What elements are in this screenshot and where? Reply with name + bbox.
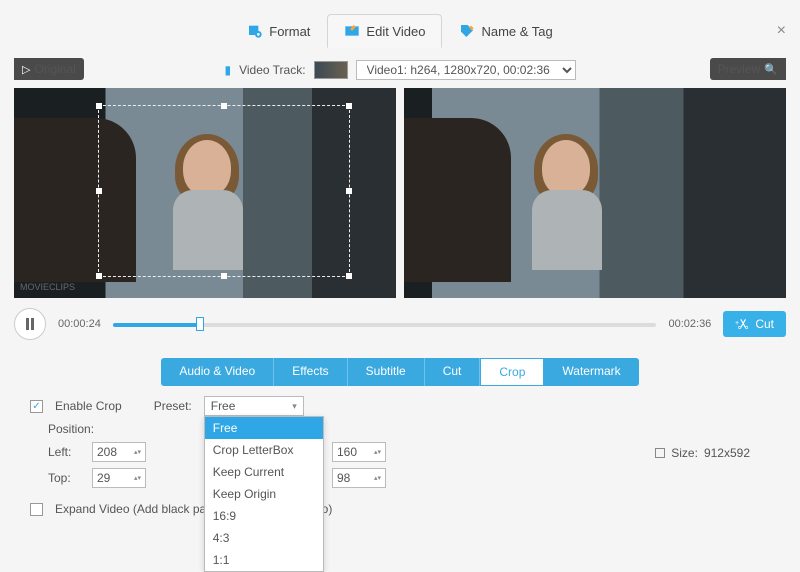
expand-video-checkbox[interactable] xyxy=(30,503,43,516)
crop-handle[interactable] xyxy=(346,273,352,279)
subtab-cut[interactable]: Cut xyxy=(425,358,481,386)
svg-text:+: + xyxy=(735,320,739,327)
tab-format[interactable]: Format xyxy=(230,14,327,48)
crop-handle[interactable] xyxy=(96,188,102,194)
crop-handle[interactable] xyxy=(96,273,102,279)
crop-handle[interactable] xyxy=(346,103,352,109)
size-readout: Size: 912x592 xyxy=(655,446,750,460)
video-track-select[interactable]: Video1: h264, 1280x720, 00:02:36 xyxy=(356,60,576,80)
subtab-crop[interactable]: Crop xyxy=(480,358,544,386)
bottom-input[interactable]: 98▴▾ xyxy=(332,468,386,488)
preset-label: Preset: xyxy=(154,399,192,413)
crop-handle[interactable] xyxy=(221,273,227,279)
tab-edit-video[interactable]: Edit Video xyxy=(327,14,442,48)
crop-handle[interactable] xyxy=(96,103,102,109)
crop-handle[interactable] xyxy=(346,188,352,194)
subtab-effects[interactable]: Effects xyxy=(274,358,347,386)
tab-format-label: Format xyxy=(269,24,310,39)
original-pane[interactable]: MOVIECLIPS xyxy=(14,88,396,298)
preset-option[interactable]: Keep Current xyxy=(205,461,323,483)
subtab-subtitle[interactable]: Subtitle xyxy=(348,358,425,386)
size-icon xyxy=(655,448,665,458)
watermark-text: MOVIECLIPS xyxy=(20,282,75,292)
total-time: 00:02:36 xyxy=(668,318,711,330)
cut-label: Cut xyxy=(755,317,774,331)
preset-option[interactable]: Keep Origin xyxy=(205,483,323,505)
spinner-icon[interactable]: ▴▾ xyxy=(134,475,141,482)
play-pause-button[interactable] xyxy=(14,308,46,340)
top-label: Top: xyxy=(48,471,80,485)
preset-option[interactable]: Crop LetterBox xyxy=(205,439,323,461)
preset-option[interactable]: Free xyxy=(205,417,323,439)
current-time: 00:00:24 xyxy=(58,318,101,330)
spinner-icon[interactable]: ▴▾ xyxy=(374,449,381,456)
playback-controls: 00:00:24 00:02:36 + Cut xyxy=(14,308,786,340)
cut-button[interactable]: + Cut xyxy=(723,311,786,337)
right-input[interactable]: 160▴▾ xyxy=(332,442,386,462)
preset-option[interactable]: 16:9 xyxy=(205,505,323,527)
subtab-watermark[interactable]: Watermark xyxy=(544,358,638,386)
top-input[interactable]: 29▴▾ xyxy=(92,468,146,488)
left-input[interactable]: 208▴▾ xyxy=(92,442,146,462)
preset-option[interactable]: 1:1 xyxy=(205,549,323,571)
spinner-icon[interactable]: ▴▾ xyxy=(134,449,141,456)
preset-dropdown: Free Crop LetterBox Keep Current Keep Or… xyxy=(204,416,324,572)
tab-name-tag[interactable]: Name & Tag xyxy=(442,14,569,48)
preview-badge: Preview 🔍 xyxy=(710,58,786,80)
tab-edit-label: Edit Video xyxy=(366,24,425,39)
tab-name-label: Name & Tag xyxy=(481,24,552,39)
original-badge: ▷ Original xyxy=(14,58,84,80)
preset-option[interactable]: 4:3 xyxy=(205,527,323,549)
close-icon[interactable]: × xyxy=(777,22,786,40)
top-tabbar: Format Edit Video Name & Tag xyxy=(0,14,800,48)
crop-rectangle[interactable] xyxy=(98,105,350,277)
track-thumbnail xyxy=(314,61,348,79)
seek-slider[interactable] xyxy=(113,315,657,333)
preview-area: MOVIECLIPS xyxy=(14,88,786,298)
preview-pane xyxy=(404,88,786,298)
preset-select[interactable]: Free▾ Free Crop LetterBox Keep Current K… xyxy=(204,396,304,416)
position-label: Position: xyxy=(48,422,94,436)
video-track-bar: ▷ Original ▮ Video Track: Video1: h264, … xyxy=(0,58,800,82)
edit-subtabs: Audio & Video Effects Subtitle Cut Crop … xyxy=(0,358,800,386)
enable-crop-checkbox[interactable] xyxy=(30,400,43,413)
crop-panel: Enable Crop Preset: Free▾ Free Crop Lett… xyxy=(30,396,770,516)
spinner-icon[interactable]: ▴▾ xyxy=(374,475,381,482)
crop-handle[interactable] xyxy=(221,103,227,109)
chevron-down-icon: ▾ xyxy=(292,401,297,412)
video-track-label: Video Track: xyxy=(239,63,305,77)
enable-crop-label: Enable Crop xyxy=(55,399,122,413)
subtab-audio-video[interactable]: Audio & Video xyxy=(161,358,274,386)
left-label: Left: xyxy=(48,445,80,459)
